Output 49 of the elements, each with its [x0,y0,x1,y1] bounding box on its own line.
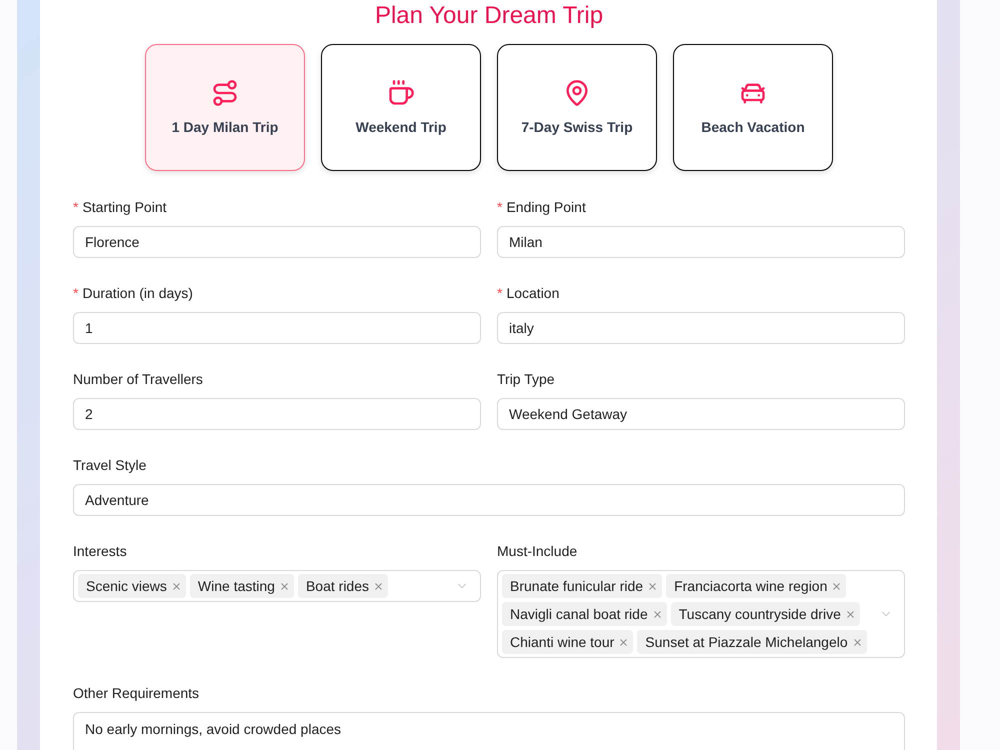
required-asterisk: * [497,200,502,214]
tag-text: Wine tasting [198,576,275,596]
trip-template-card[interactable]: Beach Vacation [673,44,833,171]
multi-select-field[interactable]: Scenic views Wine tasting Boat rides [73,570,481,602]
input-field[interactable]: Weekend Getaway [497,398,905,430]
input-field[interactable]: Milan [497,226,905,258]
tag-text: Boat rides [306,576,370,596]
coffee-cup-icon [387,78,415,106]
field-label: Ending Point [506,198,586,217]
input-field[interactable]: italy [497,312,905,344]
field-label: Must-Include [497,542,578,560]
required-asterisk: * [73,200,78,214]
tag-text: Tuscany countryside drive [678,604,841,624]
input-field[interactable]: 2 [73,398,481,430]
tag-text: Sunset at Piazzale Michelangelo [645,632,848,652]
trip-template-card[interactable]: 7-Day Swiss Trip [497,44,657,171]
tag-text: Franciacorta wine region [674,576,828,596]
textarea-field[interactable]: No early mornings, avoid crowded places [73,712,905,750]
remove-icon[interactable] [831,580,842,592]
field-label: Number of Travellers [73,370,203,388]
field-label: Trip Type [497,370,555,389]
remove-icon[interactable] [844,608,856,620]
field-label: Duration (in days) [82,284,193,303]
field-label: Travel Style [73,456,146,475]
tag-text: Navigli canal boat ride [510,604,648,624]
tag-text: Scenic views [86,576,167,596]
field-label: Other Requirements [73,684,200,703]
multi-select-field[interactable]: Brunate funicular ride Franciacorta wine region Navigli canal boat ride Tuscany countryside drive Chianti wine tour Sunset at Piazzale Michelangelo [497,570,905,658]
input-field[interactable]: 1 [73,312,481,344]
required-asterisk: * [73,286,78,300]
remove-icon[interactable] [852,636,863,648]
field-label: Interests [73,542,127,560]
remove-icon[interactable] [278,580,290,592]
remove-icon[interactable] [618,636,630,648]
route-icon [211,78,239,106]
remove-icon[interactable] [373,580,384,592]
trip-template-card[interactable]: Weekend Trip [321,44,481,171]
tag-text: Chianti wine tour [510,632,614,652]
input-field[interactable]: Florence [73,226,481,258]
trip-template-card[interactable]: 1 Day Milan Trip [145,44,305,171]
page-title: Plan Your Dream Trip [374,1,604,31]
field-label: Location [506,284,560,302]
field-label: Starting Point [82,198,167,217]
required-asterisk: * [497,286,502,300]
remove-icon[interactable] [647,580,658,592]
remove-icon[interactable] [170,580,182,592]
tag-text: Brunate funicular ride [510,576,644,596]
input-field[interactable]: Adventure [73,484,905,516]
remove-icon[interactable] [652,608,663,620]
